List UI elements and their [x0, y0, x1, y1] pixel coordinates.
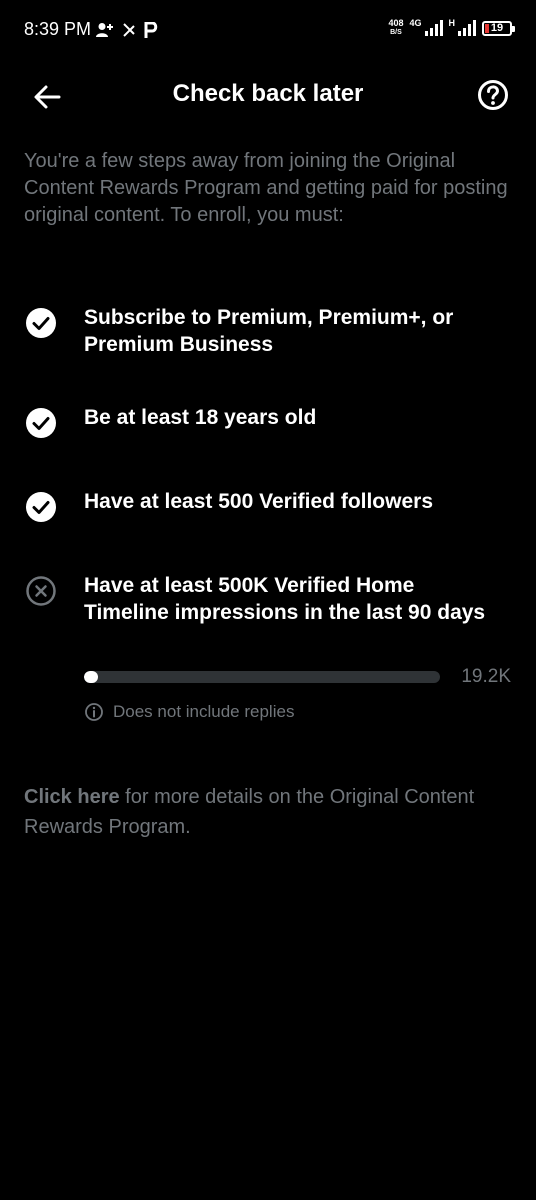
requirement-item-premium: Subscribe to Premium, Premium+, or Premi… — [24, 304, 514, 364]
check-circle-icon — [26, 308, 56, 338]
help-circle-icon — [478, 80, 508, 110]
signal-icon — [424, 20, 443, 36]
page-title: Check back later — [172, 80, 364, 107]
requirement-text: Subscribe to Premium, Premium+, or Premi… — [84, 306, 454, 356]
check-circle-icon — [26, 408, 56, 438]
impressions-progress: 19.2K — [84, 666, 514, 688]
signal-icon-2 — [458, 20, 476, 36]
requirement-item-impressions: Have at least 500K Verified Home Timelin… — [24, 572, 514, 658]
requirement-text: Be at least 18 years old — [84, 406, 317, 429]
paytm-p-icon — [144, 22, 158, 38]
close-circle-icon — [26, 576, 56, 606]
status-time: 8:39 PM — [24, 19, 92, 39]
info-icon — [85, 703, 103, 721]
note-text: Does not include replies — [113, 702, 295, 721]
status-right-icons: 408 B/S 4G H 19 — [388, 18, 515, 38]
progress-value: 19.2K — [461, 666, 511, 687]
sync-icon — [123, 23, 135, 37]
network-type-4g: 4G — [409, 18, 422, 28]
footer-text: Click here for more details on the Origi… — [24, 782, 514, 842]
status-left-icons — [96, 19, 158, 41]
header: Check back later — [0, 70, 536, 122]
person-add-icon — [96, 23, 113, 37]
status-bar: 8:39 PM 408 B/S 4G H 19 — [0, 0, 536, 60]
help-button[interactable] — [476, 78, 510, 112]
battery-icon: 19 — [482, 20, 515, 36]
battery-level: 19 — [490, 22, 504, 34]
requirement-item-age: Be at least 18 years old — [24, 404, 514, 444]
requirement-item-followers: Have at least 500 Verified followers — [24, 488, 514, 528]
network-type-h: H — [448, 18, 456, 28]
requirement-text: Have at least 500 Verified followers — [84, 490, 434, 513]
progress-track — [84, 671, 440, 683]
progress-fill — [84, 671, 98, 683]
check-circle-icon — [26, 492, 56, 522]
network-speed: 408 B/S — [388, 18, 404, 36]
info-note: Does not include replies — [84, 701, 294, 723]
click-here-link[interactable]: Click here — [24, 786, 120, 808]
requirement-text: Have at least 500K Verified Home Timelin… — [84, 574, 486, 624]
intro-text: You're a few steps away from joining the… — [24, 150, 508, 226]
